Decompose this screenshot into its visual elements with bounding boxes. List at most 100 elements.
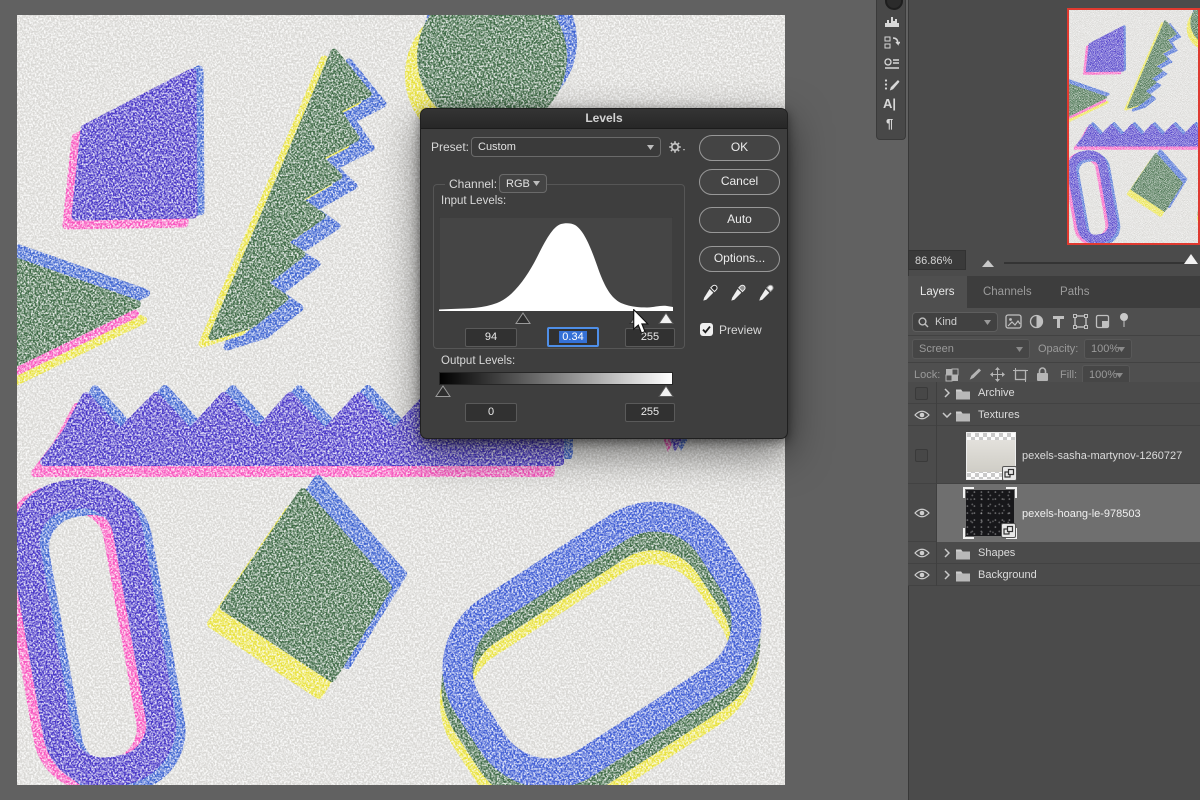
ok-button[interactable]: OK — [699, 135, 780, 161]
layer-thumbnail[interactable] — [966, 432, 1017, 481]
preset-label: Preset: — [431, 140, 470, 154]
layer-name: Textures — [978, 409, 1020, 421]
preset-options-gear-icon[interactable] — [667, 138, 687, 161]
white-point-slider — [658, 312, 674, 324]
preset-select[interactable]: Custom — [471, 137, 661, 157]
layer-row-background[interactable]: Background — [908, 564, 1200, 586]
output-black-field[interactable]: 0 — [465, 403, 517, 422]
layer-row-shapes[interactable]: Shapes — [908, 542, 1200, 564]
eye-icon[interactable] — [914, 570, 930, 580]
preview-checkbox[interactable] — [700, 323, 713, 336]
output-white-slider — [658, 385, 674, 397]
layer-name: Background — [978, 569, 1037, 581]
visibility-toggle[interactable] — [915, 449, 928, 462]
color-wheel-icon[interactable] — [885, 0, 903, 10]
brush-settings-icon[interactable] — [884, 78, 900, 97]
eye-icon[interactable] — [914, 508, 930, 518]
filter-pixel-layers-icon[interactable] — [1005, 314, 1022, 334]
layer-filter-kind-select[interactable]: Kind — [912, 312, 998, 332]
layer-thumbnail[interactable] — [963, 487, 1017, 539]
photoshop-workspace: { "dialog": { "title": "Levels", "preset… — [0, 0, 1200, 800]
chevron-right-icon[interactable] — [944, 548, 950, 558]
input-gamma-field[interactable]: 0.34 — [547, 327, 599, 347]
layer-name: pexels-hoang-le-978503 — [1022, 508, 1141, 520]
layer-filter-kind-label: Kind — [935, 316, 958, 328]
layer-row-hoang[interactable]: pexels-hoang-le-978503 — [908, 484, 1200, 542]
auto-button[interactable]: Auto — [699, 207, 780, 233]
levels-dialog: Levels Preset: Custom OK Cancel Auto Opt… — [420, 108, 788, 439]
filter-type-layers-icon[interactable] — [1051, 314, 1066, 334]
channel-select[interactable]: RGB — [499, 174, 547, 193]
navigator-zoom-slider-thumb[interactable] — [1184, 254, 1198, 264]
levels-histogram — [439, 217, 673, 311]
eye-icon[interactable] — [914, 548, 930, 558]
output-sliders[interactable] — [435, 385, 674, 398]
options-button[interactable]: Options... — [699, 246, 780, 272]
blend-mode-row: Screen Opacity: 100% — [908, 336, 1200, 363]
cancel-button[interactable]: Cancel — [699, 169, 780, 195]
eye-icon[interactable] — [914, 410, 930, 420]
tab-channels[interactable]: Channels — [971, 276, 1044, 308]
layer-name: Archive — [978, 387, 1015, 399]
chevron-down-icon — [533, 181, 540, 186]
navigator-zoom-field[interactable]: 86.86% — [908, 250, 966, 270]
filter-adjustment-layers-icon[interactable] — [1029, 314, 1044, 334]
clone-source-icon[interactable] — [884, 36, 901, 55]
fill-value: 100% — [1089, 369, 1118, 381]
character-panel-icon[interactable]: A| — [883, 96, 903, 111]
filter-smart-objects-icon[interactable] — [1095, 314, 1110, 334]
chevron-right-icon[interactable] — [944, 388, 950, 398]
opacity-label: Opacity: — [1038, 343, 1079, 355]
input-black-field[interactable]: 94 — [465, 328, 517, 347]
tab-paths[interactable]: Paths — [1048, 276, 1101, 308]
layer-row-sasha[interactable]: pexels-sasha-martynov-1260727 — [908, 426, 1200, 484]
chevron-right-icon[interactable] — [944, 570, 950, 580]
smart-object-badge-icon — [1002, 466, 1017, 481]
black-point-eyedropper-icon[interactable] — [702, 284, 719, 301]
chevron-down-icon — [1016, 346, 1023, 352]
histogram-panel-icon[interactable] — [884, 14, 900, 33]
channel-value: RGB — [506, 178, 530, 190]
folder-icon — [955, 387, 971, 400]
output-levels-label: Output Levels: — [441, 355, 516, 367]
navigator-thumbnail — [1069, 10, 1200, 243]
output-gradient-bar — [439, 372, 673, 385]
layer-name: Shapes — [978, 547, 1016, 559]
preset-value: Custom — [478, 141, 516, 153]
layer-row-archive[interactable]: Archive — [908, 382, 1200, 404]
libraries-icon[interactable] — [884, 57, 900, 76]
blend-mode-select[interactable]: Screen — [912, 339, 1030, 359]
chevron-down-icon[interactable] — [942, 412, 952, 418]
fill-label: Fill: — [1060, 369, 1078, 381]
chevron-down-icon — [984, 319, 991, 325]
output-white-field[interactable]: 255 — [625, 403, 675, 422]
gray-point-eyedropper-icon[interactable] — [730, 284, 747, 301]
folder-open-icon — [955, 409, 971, 422]
navigator-zoom-slider[interactable] — [1004, 262, 1194, 264]
folder-icon — [955, 569, 971, 582]
white-point-eyedropper-icon[interactable] — [758, 284, 775, 301]
mouse-cursor — [633, 309, 650, 334]
tab-layers[interactable]: Layers — [908, 276, 967, 308]
zoom-out-icon[interactable] — [982, 260, 994, 267]
layer-filter-toggle[interactable] — [1119, 312, 1129, 334]
smart-object-badge-icon — [1001, 523, 1016, 538]
paragraph-panel-icon[interactable]: ¶ — [886, 116, 905, 131]
input-gamma-value: 0.34 — [559, 331, 587, 343]
navigator-proxy-view[interactable] — [1067, 8, 1200, 245]
preview-label: Preview — [719, 323, 762, 337]
layers-filter-row: Kind — [908, 308, 1200, 336]
dialog-title-bar[interactable]: Levels — [421, 109, 787, 129]
selection-corner — [963, 528, 974, 539]
layer-row-textures[interactable]: Textures — [908, 404, 1200, 426]
panel-tab-bar: Layers Channels Paths — [908, 276, 1200, 308]
selection-corner — [1006, 487, 1017, 498]
chevron-down-icon — [1118, 346, 1125, 352]
opacity-field[interactable]: 100% — [1084, 339, 1132, 359]
filter-shape-layers-icon[interactable] — [1073, 314, 1088, 334]
black-point-slider — [515, 312, 531, 324]
lock-label: Lock: — [914, 369, 941, 381]
chevron-down-icon — [647, 144, 654, 150]
visibility-toggle[interactable] — [915, 387, 928, 400]
output-black-slider — [435, 385, 451, 397]
